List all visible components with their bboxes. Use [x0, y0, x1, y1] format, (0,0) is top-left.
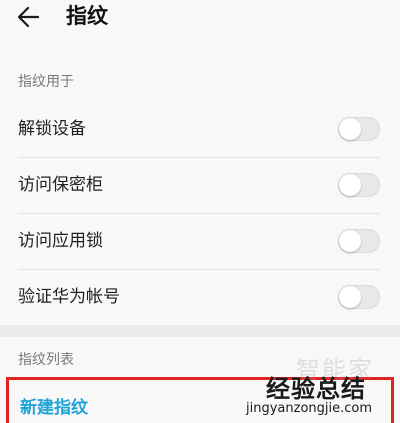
safe-toggle[interactable]: [338, 173, 380, 197]
setting-label: 解锁设备: [18, 119, 86, 139]
unlock-device-toggle[interactable]: [338, 117, 380, 141]
setting-row-safe[interactable]: 访问保密柜: [0, 157, 400, 213]
setting-label: 访问保密柜: [18, 175, 103, 195]
arrow-left-icon[interactable]: [16, 4, 42, 30]
app-lock-toggle[interactable]: [338, 229, 380, 253]
page-title: 指纹: [66, 4, 108, 28]
setting-label: 访问应用锁: [18, 231, 103, 251]
setting-row-huawei-id[interactable]: 验证华为帐号: [0, 269, 400, 325]
toggle-knob: [339, 286, 361, 308]
setting-label: 验证华为帐号: [18, 287, 120, 307]
setting-row-app-lock[interactable]: 访问应用锁: [0, 213, 400, 269]
section-label-usage: 指纹用于: [18, 74, 74, 90]
watermark-text: 经验总结: [266, 375, 366, 403]
setting-row-unlock-device[interactable]: 解锁设备: [0, 101, 400, 157]
huawei-id-toggle[interactable]: [338, 285, 380, 309]
watermark-url: jingyanzongjie.com: [246, 401, 373, 416]
toggle-knob: [339, 174, 361, 196]
toggle-knob: [339, 118, 361, 140]
section-gap: [0, 325, 400, 337]
section-label-list: 指纹列表: [18, 352, 74, 368]
new-fingerprint-label: 新建指纹: [20, 398, 88, 418]
header-bar: 指纹: [0, 0, 400, 52]
toggle-knob: [339, 230, 361, 252]
